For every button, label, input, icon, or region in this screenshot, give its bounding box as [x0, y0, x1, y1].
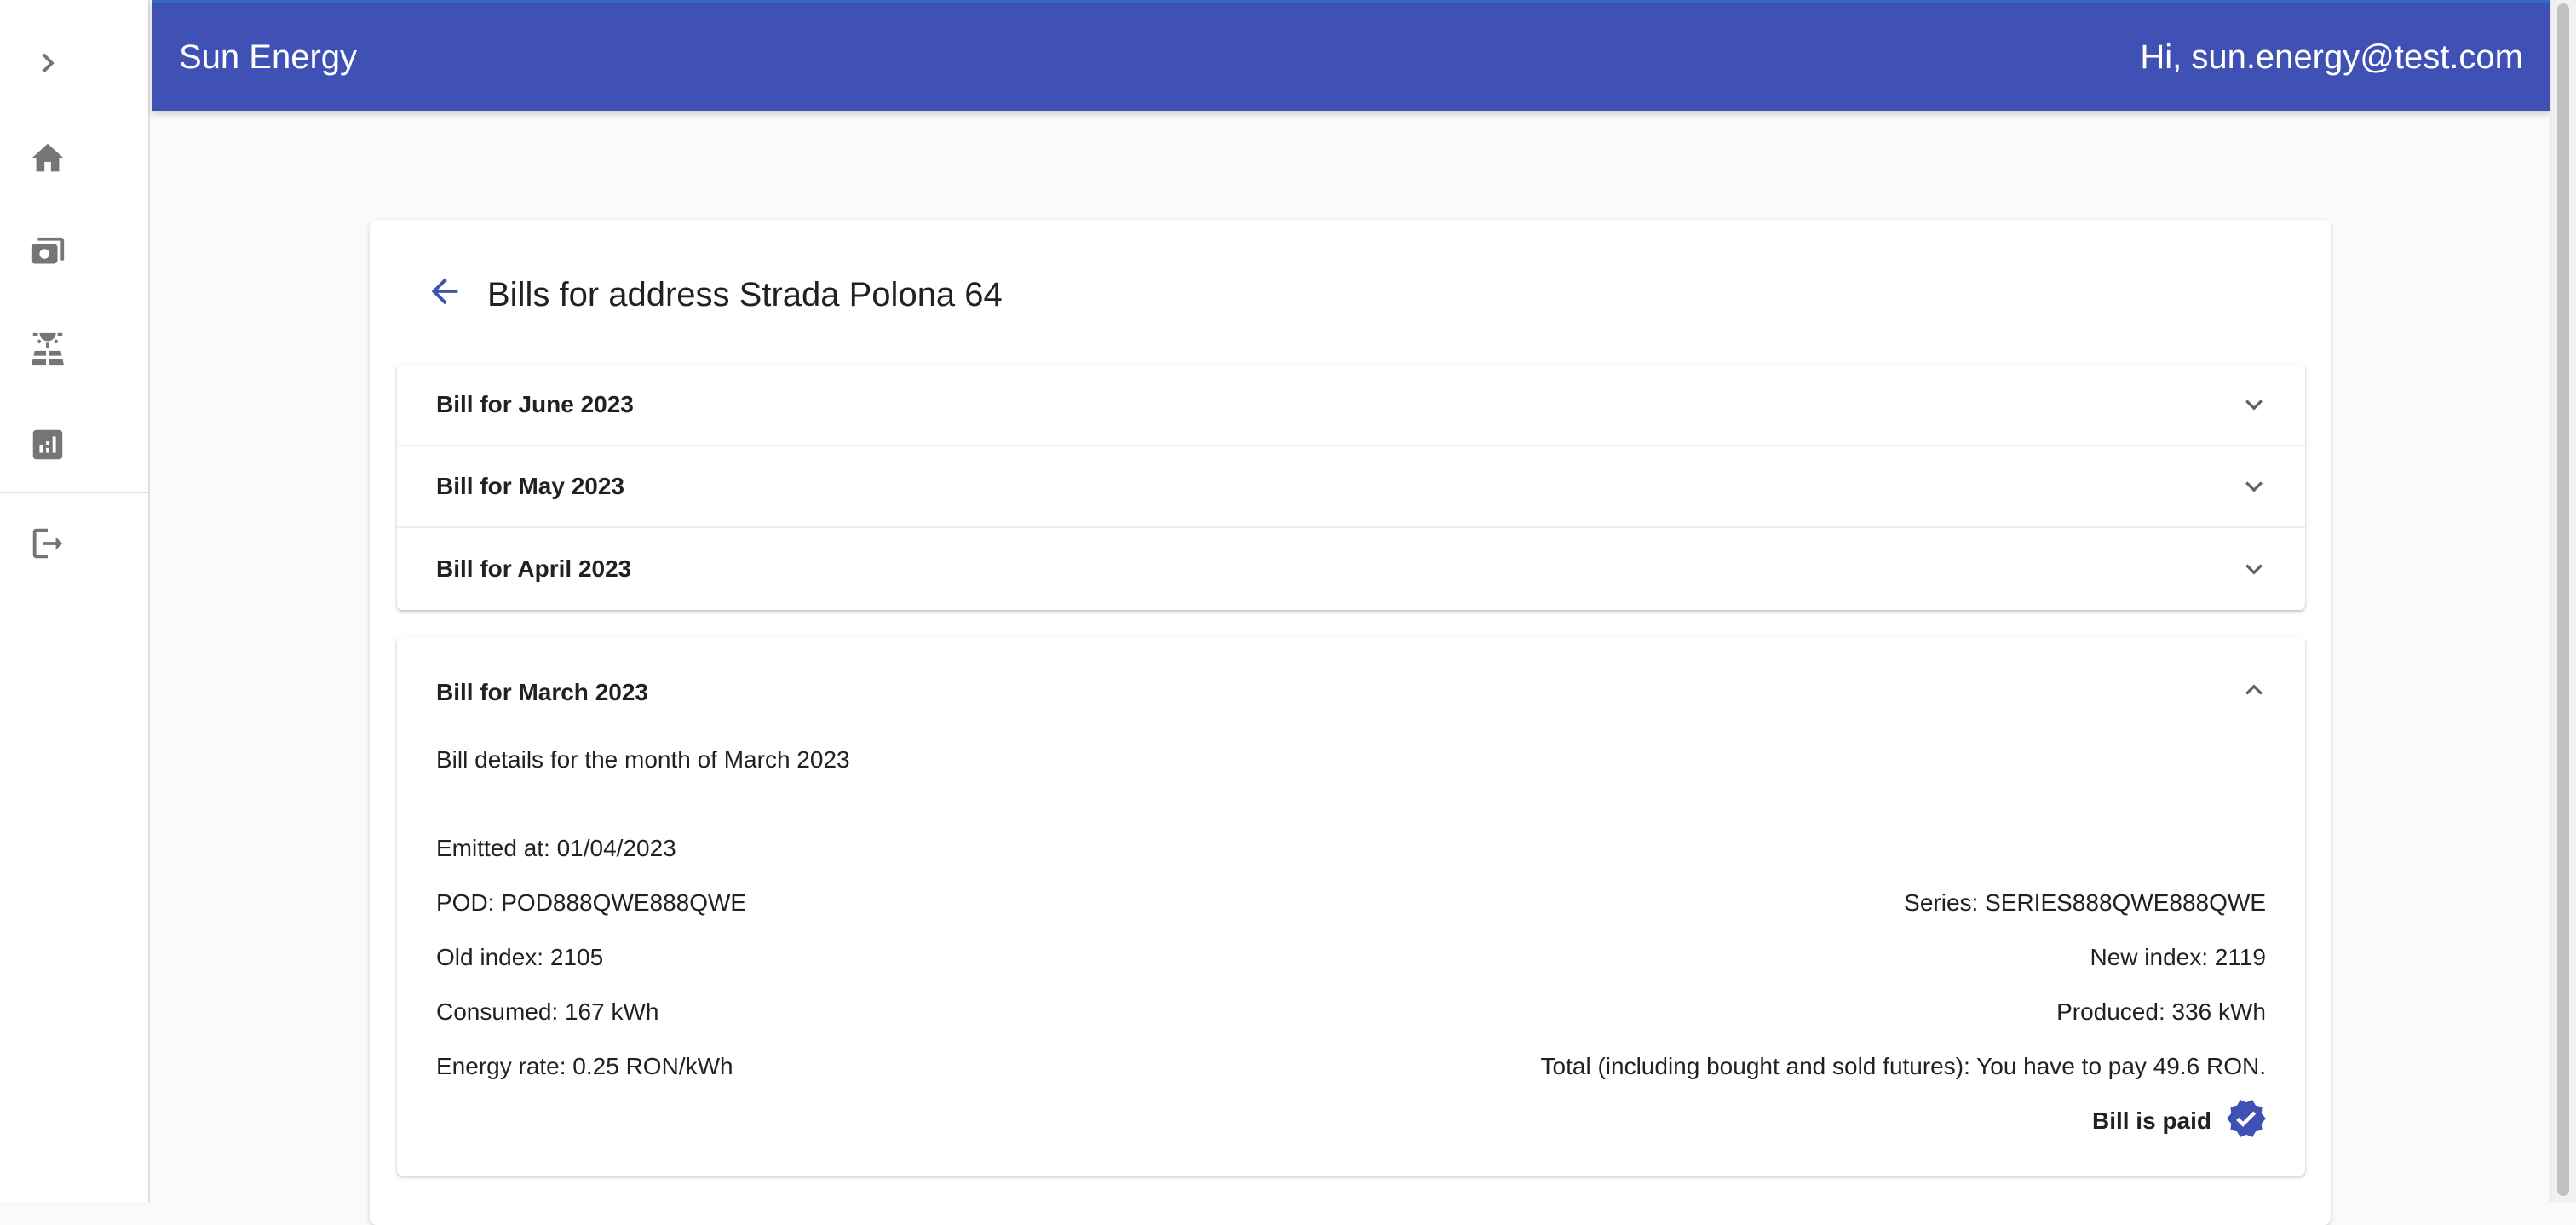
- bill-row-label: Bill for June 2023: [436, 391, 634, 417]
- sidebar-item-logout[interactable]: [0, 496, 95, 591]
- user-greeting: Hi, sun.energy@test.com: [2140, 37, 2523, 76]
- app-brand: Sun Energy: [179, 37, 358, 76]
- chevron-down-icon: [2245, 400, 2263, 411]
- analytics-chart-icon: [32, 429, 63, 460]
- bill-consumed: Consumed: 167 kWh: [436, 998, 659, 1025]
- chevron-up-icon: [2245, 684, 2263, 695]
- bill-row-label: Bill for May 2023: [436, 473, 624, 499]
- sidebar-item-bills[interactable]: [0, 206, 95, 302]
- bill-description: Bill details for the month of March 2023: [436, 746, 850, 773]
- chevron-right-icon: [42, 53, 55, 73]
- bills-money-icon: [31, 237, 65, 264]
- sidebar-expand-button[interactable]: [0, 15, 95, 111]
- bill-row-march-2023[interactable]: Bill for March 2023: [397, 637, 2305, 748]
- arrow-back-icon: [431, 278, 458, 305]
- solar-panel-icon: [31, 332, 65, 366]
- bill-total: Total (including bought and sold futures…: [1540, 1053, 2266, 1079]
- bill-new-index: New index: 2119: [2090, 944, 2267, 970]
- bills-accordion: Bill for June 2023 Bill for May 2023 Bil…: [397, 365, 2305, 610]
- page-title: Bills for address Strada Polona 64: [487, 276, 1003, 313]
- bill-row-may-2023[interactable]: Bill for May 2023: [397, 446, 2305, 528]
- sidebar-item-home[interactable]: [0, 111, 95, 206]
- chevron-down-icon: [2245, 564, 2263, 575]
- bill-row-label: Bill for March 2023: [436, 679, 648, 705]
- verified-check-icon: [2227, 1100, 2266, 1137]
- sidebar-item-analytics[interactable]: [0, 397, 95, 492]
- bills-card: Bills for address Strada Polona 64 Bill …: [370, 220, 2331, 1225]
- bill-produced: Produced: 336 kWh: [2056, 998, 2266, 1025]
- chevron-down-icon: [2245, 481, 2263, 492]
- bill-row-june-2023[interactable]: Bill for June 2023: [397, 365, 2305, 446]
- bill-old-index: Old index: 2105: [436, 944, 604, 970]
- home-icon: [31, 143, 65, 172]
- logout-icon: [32, 528, 63, 559]
- sidebar-item-solar[interactable]: [0, 302, 95, 397]
- bill-energy-rate: Energy rate: 0.25 RON/kWh: [436, 1053, 733, 1079]
- bill-paid-status: Bill is paid: [2091, 1107, 2211, 1134]
- bill-row-april-2023[interactable]: Bill for April 2023: [397, 528, 2305, 610]
- bill-row-label: Bill for April 2023: [436, 555, 632, 582]
- page-scrollbar-thumb[interactable]: [2557, 3, 2569, 1196]
- sidebar-divider: [0, 492, 150, 493]
- back-button[interactable]: [417, 264, 472, 319]
- bill-series: Series: SERIES888QWE888QWE: [1904, 889, 2266, 916]
- bill-panel-march-2023: Bill for March 2023 Bill details for the…: [397, 637, 2305, 1176]
- app-bar: Sun Energy Hi, sun.energy@test.com: [152, 0, 2550, 111]
- sidebar: [0, 0, 150, 1202]
- bill-pod: POD: POD888QWE888QWE: [436, 889, 747, 916]
- bill-emitted-date: Emitted at: 01/04/2023: [436, 835, 676, 861]
